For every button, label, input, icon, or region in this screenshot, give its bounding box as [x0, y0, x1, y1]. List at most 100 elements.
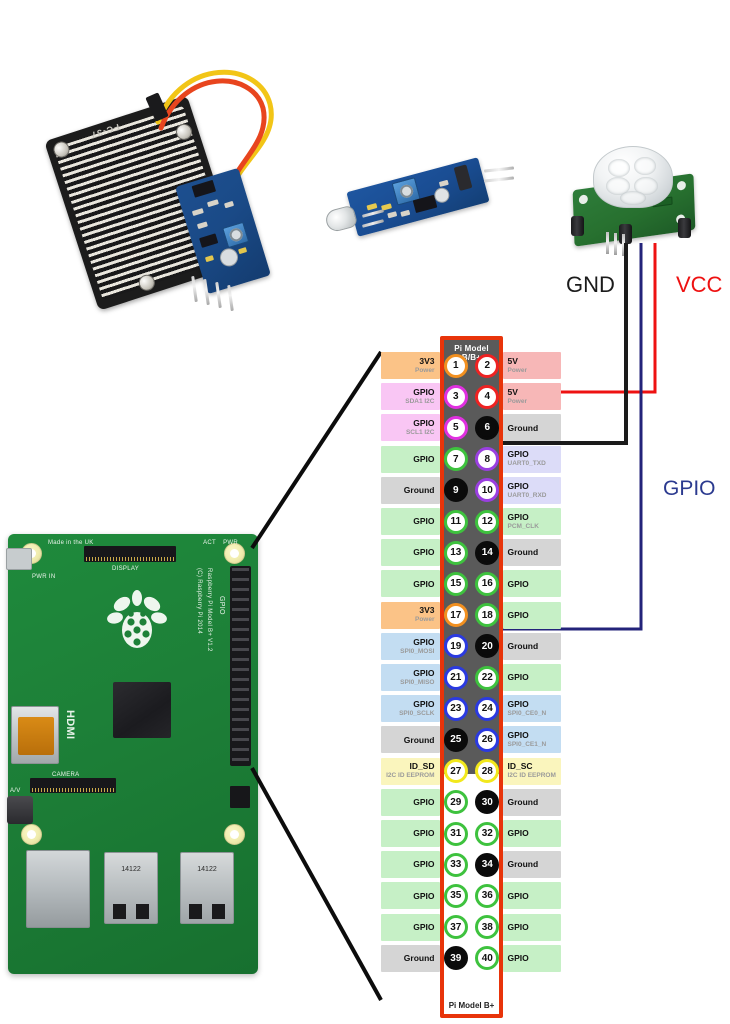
pin-label-19: GPIO SPI0_MOSI — [381, 632, 440, 660]
pin-row: GPIO GPIO 37 38 — [381, 912, 561, 943]
pin-31[interactable]: 31 — [443, 821, 468, 846]
pin-label-sub: SPI0_MISO — [400, 678, 435, 686]
usb-port-pair-2: 14122 — [180, 852, 234, 924]
pin-19[interactable]: 19 — [443, 634, 468, 659]
pin-row: 3V3 Power GPIO 17 18 — [381, 600, 561, 631]
pin-row: Ground GPIO UART0_RXD 9 10 — [381, 475, 561, 506]
display-connector — [84, 546, 176, 562]
pin-label-main: 5V — [507, 387, 518, 398]
pin-25[interactable]: 25 — [443, 727, 468, 752]
pin-30[interactable]: 30 — [475, 790, 500, 815]
pin-circle-pair: 13 14 — [440, 537, 503, 568]
pin-6[interactable]: 6 — [475, 415, 500, 440]
pin-label-38: GPIO — [502, 913, 561, 941]
pin-circle-pair: 15 16 — [440, 568, 503, 599]
vcc-label: VCC — [676, 272, 723, 297]
pin-label-main: GPIO — [507, 578, 529, 589]
pin-label-main: Ground — [507, 422, 539, 433]
pin-29[interactable]: 29 — [443, 790, 468, 815]
pin-40[interactable]: 40 — [475, 946, 500, 971]
pin-37[interactable]: 37 — [443, 915, 468, 940]
mounting-hole — [217, 246, 241, 269]
pin-12[interactable]: 12 — [475, 509, 500, 534]
pin-label-main: GPIO — [413, 516, 435, 527]
camera-connector — [30, 778, 116, 793]
pin-22[interactable]: 22 — [475, 665, 500, 690]
trimmer-potentiometer[interactable] — [222, 221, 250, 249]
pin-27[interactable]: 27 — [443, 759, 468, 784]
pin-row: Ground GPIO SPI0_CE1_N 25 26 — [381, 724, 561, 755]
trimmer-potentiometer[interactable] — [571, 216, 584, 236]
pin-36[interactable]: 36 — [475, 883, 500, 908]
pin-label-15: GPIO — [381, 570, 440, 598]
pin-11[interactable]: 11 — [443, 509, 468, 534]
pin-label-main: GPIO — [507, 921, 529, 932]
pin-8[interactable]: 8 — [475, 447, 500, 472]
rain-sensor-module: FC-37 — [44, 52, 307, 312]
gpio-header-40pin[interactable] — [230, 566, 251, 766]
pin-circle-pair: 29 30 — [440, 787, 503, 818]
pin-28[interactable]: 28 — [475, 759, 500, 784]
pin-7[interactable]: 7 — [443, 447, 468, 472]
pin-26[interactable]: 26 — [475, 727, 500, 752]
hdmi-port — [11, 706, 59, 764]
pin-label-main: ID_SC — [507, 761, 533, 772]
pin-15[interactable]: 15 — [443, 571, 468, 596]
pin-35[interactable]: 35 — [443, 883, 468, 908]
pin-39[interactable]: 39 — [443, 946, 468, 971]
pin-21[interactable]: 21 — [443, 665, 468, 690]
pin-circle-pair: 39 40 — [440, 943, 503, 974]
pin-label-sub: SPI0_SCLK — [399, 710, 435, 717]
ic-chip — [199, 233, 219, 248]
pin-label-39: Ground — [381, 944, 440, 972]
pin-label-sub: Power — [507, 366, 528, 374]
silk-gpio: GPIO — [218, 596, 225, 615]
pin-row: GPIO GPIO 35 36 — [381, 880, 561, 911]
raspberry-logo — [106, 586, 168, 652]
pin-label-sub: Power — [414, 366, 435, 374]
smd-component — [224, 200, 235, 209]
led-indicator — [366, 203, 378, 211]
pin-20[interactable]: 20 — [475, 634, 500, 659]
pin-14[interactable]: 14 — [475, 540, 500, 565]
pin-label-main: Ground — [507, 640, 539, 651]
pin-label-main: GPIO — [507, 511, 529, 522]
pin-1[interactable]: 1 — [443, 353, 468, 378]
silk-pwr-led: PWR — [223, 540, 238, 546]
pin-10[interactable]: 10 — [475, 478, 500, 503]
mounting-hole — [224, 824, 245, 845]
pin-label-32: GPIO — [502, 820, 561, 848]
pin-label-11: GPIO — [381, 508, 440, 536]
pin-38[interactable]: 38 — [475, 915, 500, 940]
pin-2[interactable]: 2 — [475, 353, 500, 378]
pin-3[interactable]: 3 — [443, 384, 468, 409]
pin-label-main: GPIO — [413, 890, 435, 901]
pin-34[interactable]: 34 — [475, 852, 500, 877]
pin-label-main: Ground — [403, 734, 435, 745]
pin-32[interactable]: 32 — [475, 821, 500, 846]
pin-13[interactable]: 13 — [443, 540, 468, 565]
pin-label-5: GPIO SCL1 I2C — [381, 414, 440, 442]
pin-label-main: GPIO — [507, 890, 529, 901]
pin-16[interactable]: 16 — [475, 571, 500, 596]
pin-label-main: GPIO — [413, 796, 435, 807]
pin-18[interactable]: 18 — [475, 603, 500, 628]
smd-component — [400, 209, 411, 217]
pin-label-22: GPIO — [502, 664, 561, 692]
pin-17[interactable]: 17 — [443, 603, 468, 628]
trimmer-potentiometer[interactable] — [619, 224, 632, 244]
pin-5[interactable]: 5 — [443, 415, 468, 440]
silk-act-led: ACT — [203, 540, 216, 546]
pin-circle-pair: 78 — [440, 444, 503, 475]
silk-camera: CAMERA — [52, 772, 80, 778]
pin-label-12: GPIO PCM_CLK — [502, 508, 561, 536]
pin-24[interactable]: 24 — [475, 696, 500, 721]
header-pin — [483, 166, 515, 173]
pin-9[interactable]: 9 — [443, 478, 468, 503]
smd-component — [191, 208, 204, 217]
pin-circle-pair: 35 36 — [440, 880, 503, 911]
pin-33[interactable]: 33 — [443, 852, 468, 877]
pin-23[interactable]: 23 — [443, 696, 468, 721]
pin-4[interactable]: 4 — [475, 384, 500, 409]
pin-row: GPIO GPIO PCM_CLK 11 12 — [381, 506, 561, 537]
